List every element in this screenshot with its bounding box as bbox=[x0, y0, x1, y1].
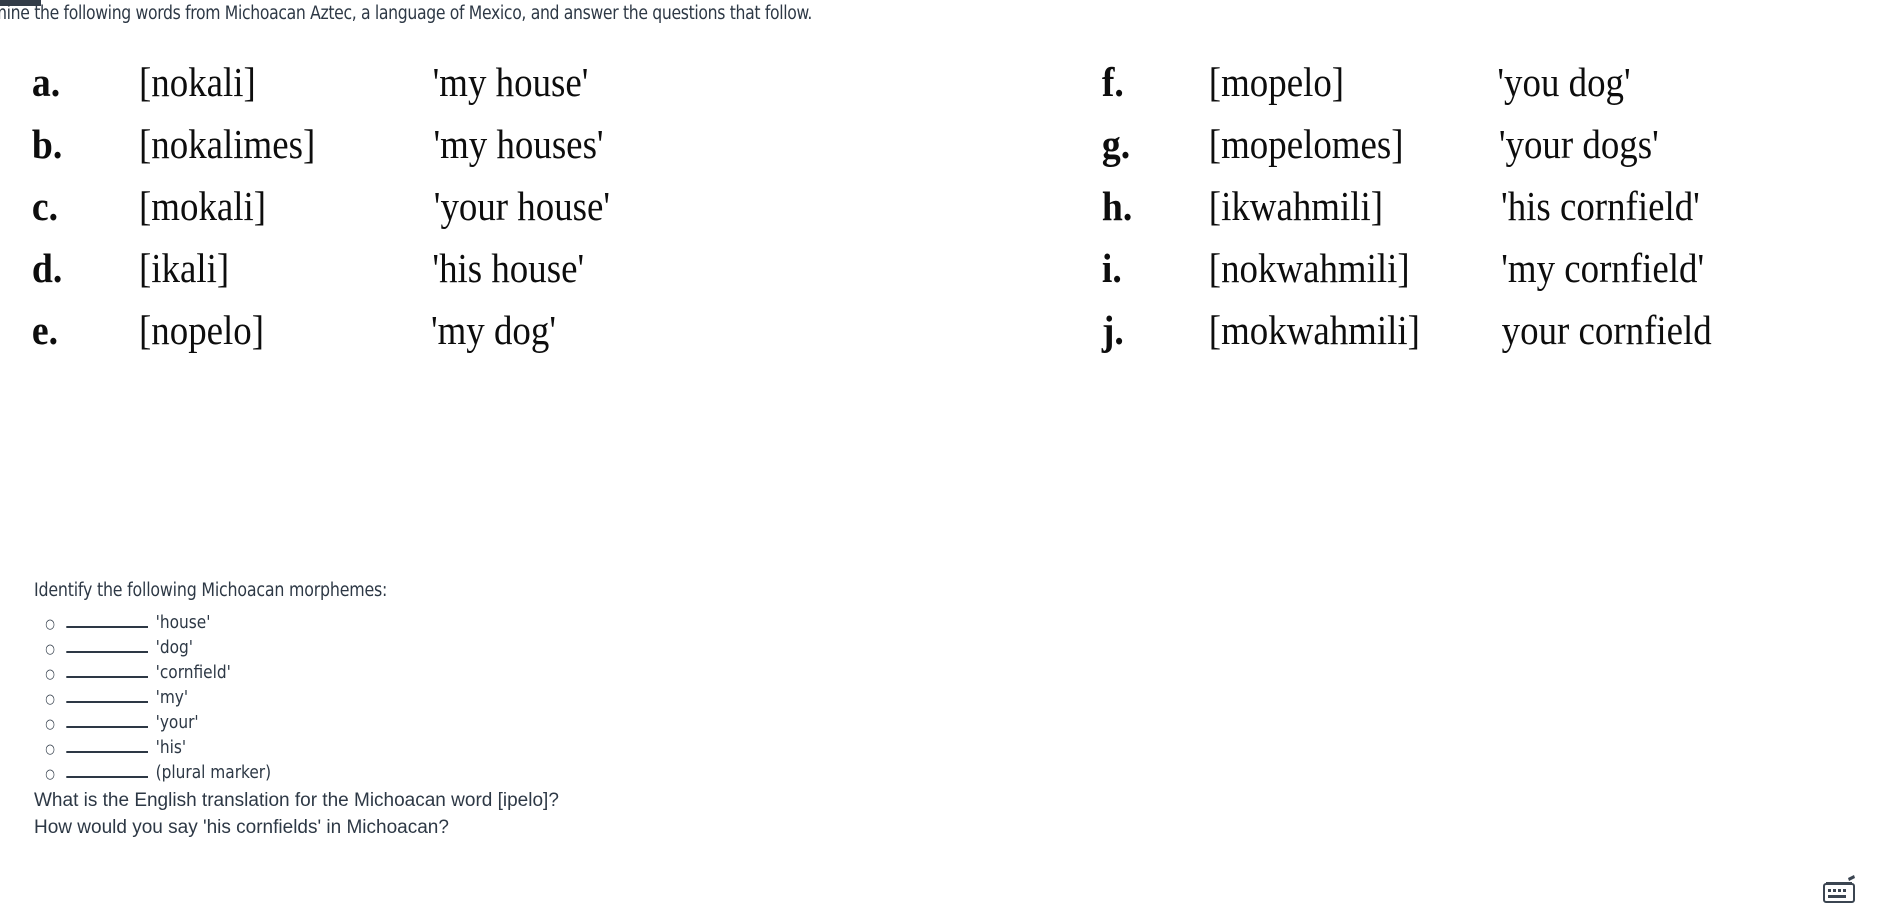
morpheme-gloss: 'his' bbox=[155, 736, 187, 758]
word-list-row: g. [mopelomes] 'your dogs' bbox=[1098, 120, 1723, 182]
item-gloss: 'my house' bbox=[432, 59, 589, 105]
circle-bullet-icon: ○ bbox=[45, 641, 56, 657]
item-form: [nokalimes] bbox=[139, 121, 316, 167]
answer-blank[interactable] bbox=[66, 636, 148, 653]
item-form: [ikali] bbox=[139, 245, 230, 291]
word-list-row: a. [nokali] 'my house' bbox=[28, 58, 620, 120]
word-list-left-column: a. [nokali] 'my house' b. [nokalimes] 'm… bbox=[28, 58, 620, 368]
item-letter: f. bbox=[1101, 59, 1124, 105]
item-gloss: 'your dogs' bbox=[1498, 121, 1659, 167]
item-letter: h. bbox=[1101, 183, 1133, 229]
list-item: ○ 'house' bbox=[34, 611, 1174, 636]
word-list-row: h. [ikwahmili] 'his cornfield' bbox=[1098, 182, 1723, 244]
item-letter: e. bbox=[31, 307, 59, 353]
item-form: [ikwahmili] bbox=[1208, 183, 1384, 229]
item-gloss: 'my cornfield' bbox=[1501, 245, 1705, 291]
circle-bullet-icon: ○ bbox=[45, 666, 56, 682]
word-list-row: i. [nokwahmili] 'my cornfield' bbox=[1098, 244, 1723, 306]
list-item: ○ 'your' bbox=[34, 711, 1174, 736]
word-list-row: e. [nopelo] 'my dog' bbox=[28, 306, 620, 368]
item-letter: a. bbox=[31, 59, 61, 105]
item-letter: c. bbox=[31, 183, 59, 229]
item-form: [mopelo] bbox=[1208, 59, 1345, 105]
answer-blank[interactable] bbox=[66, 761, 148, 778]
word-list-block: a. [nokali] 'my house' b. [nokalimes] 'm… bbox=[0, 58, 1878, 378]
morpheme-gloss: 'cornfield' bbox=[155, 661, 231, 683]
list-item: ○ 'my' bbox=[34, 686, 1174, 711]
final-question-2: How would you say 'his cornfields' in Mi… bbox=[34, 816, 449, 838]
item-letter: j. bbox=[1101, 307, 1124, 353]
word-list-row: d. [ikali] 'his house' bbox=[28, 244, 620, 306]
item-form: [nokali] bbox=[139, 59, 256, 105]
item-letter: d. bbox=[31, 245, 63, 291]
word-list-row: j. [mokwahmili] your cornfield bbox=[1098, 306, 1723, 368]
item-gloss: 'your house' bbox=[433, 183, 611, 229]
item-gloss: 'my houses' bbox=[433, 121, 604, 167]
word-list-row: c. [mokali] 'your house' bbox=[28, 182, 620, 244]
item-letter: g. bbox=[1101, 121, 1131, 167]
answer-blank[interactable] bbox=[66, 686, 148, 703]
list-item: ○ 'dog' bbox=[34, 636, 1174, 661]
circle-bullet-icon: ○ bbox=[45, 741, 56, 757]
answer-blank[interactable] bbox=[66, 661, 148, 678]
answer-blank[interactable] bbox=[66, 736, 148, 753]
questions-heading: Identify the following Michoacan morphem… bbox=[34, 580, 388, 601]
list-item: ○ (plural marker) bbox=[34, 761, 1174, 786]
morpheme-gloss: 'my' bbox=[155, 686, 189, 708]
item-gloss: 'his cornfield' bbox=[1501, 183, 1700, 229]
morpheme-gloss: (plural marker) bbox=[155, 761, 272, 783]
item-gloss: your cornfield bbox=[1501, 307, 1712, 353]
item-letter: i. bbox=[1101, 245, 1122, 291]
circle-bullet-icon: ○ bbox=[45, 616, 56, 632]
final-question-1: What is the English translation for the … bbox=[34, 789, 559, 811]
item-form: [mopelomes] bbox=[1208, 121, 1404, 167]
intro-text: Examine the following words from Michoac… bbox=[0, 3, 813, 24]
item-letter: b. bbox=[31, 121, 63, 167]
word-list-row: f. [mopelo] 'you dog' bbox=[1098, 58, 1723, 120]
item-gloss: 'his house' bbox=[432, 245, 585, 291]
keyboard-icon[interactable] bbox=[1818, 874, 1860, 908]
item-form: [mokali] bbox=[139, 183, 267, 229]
item-form: [nokwahmili] bbox=[1208, 245, 1410, 291]
circle-bullet-icon: ○ bbox=[45, 766, 56, 782]
answer-blank[interactable] bbox=[66, 611, 148, 628]
morpheme-blank-list: ○ 'house' ○ 'dog' ○ 'cornfield' ○ 'my' ○… bbox=[34, 611, 1234, 786]
morpheme-gloss: 'your' bbox=[155, 711, 199, 733]
questions-section: Identify the following Michoacan morphem… bbox=[34, 580, 1234, 840]
morpheme-gloss: 'house' bbox=[155, 611, 211, 633]
word-list-right-column: f. [mopelo] 'you dog' g. [mopelomes] 'yo… bbox=[1098, 58, 1723, 368]
morpheme-gloss: 'dog' bbox=[155, 636, 194, 658]
word-list-row: b. [nokalimes] 'my houses' bbox=[28, 120, 620, 182]
item-gloss: 'you dog' bbox=[1497, 59, 1631, 105]
answer-blank[interactable] bbox=[66, 711, 148, 728]
circle-bullet-icon: ○ bbox=[45, 691, 56, 707]
item-form: [nopelo] bbox=[139, 307, 265, 353]
list-item: ○ 'his' bbox=[34, 736, 1174, 761]
item-gloss: 'my dog' bbox=[430, 307, 556, 353]
circle-bullet-icon: ○ bbox=[45, 716, 56, 732]
list-item: ○ 'cornfield' bbox=[34, 661, 1174, 686]
item-form: [mokwahmili] bbox=[1208, 307, 1420, 353]
